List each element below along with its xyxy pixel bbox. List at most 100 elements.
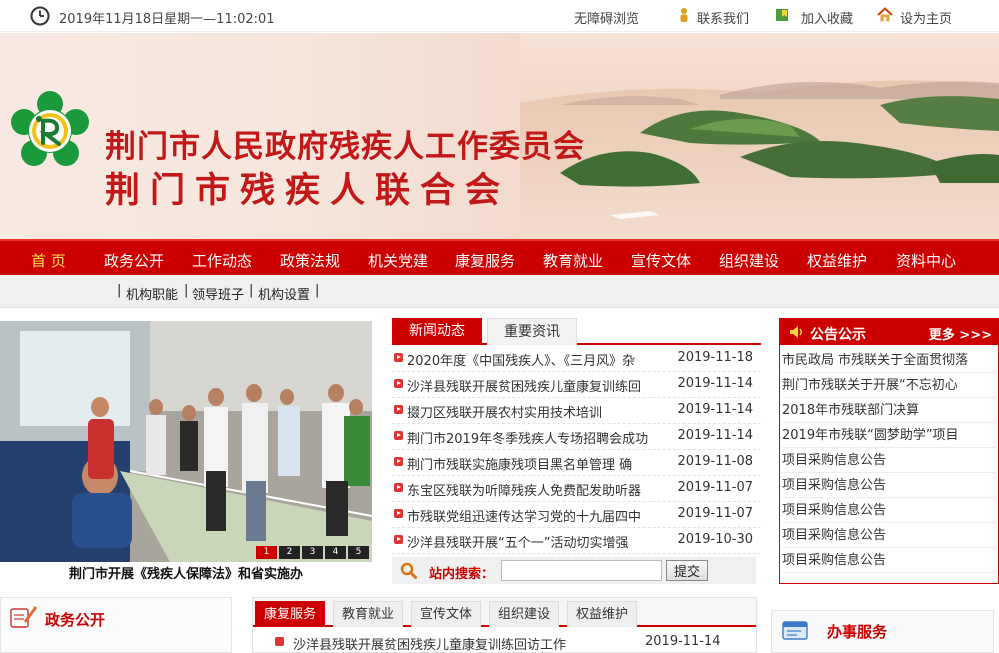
slide-page-button[interactable]: 5 (348, 546, 369, 559)
nav-home[interactable]: 首 页 (31, 250, 66, 271)
add-favorite-link[interactable]: 加入收藏 (801, 8, 853, 27)
news-title[interactable]: 沙洋县残联开展“五个一”活动切实增强 (407, 532, 662, 551)
news-title[interactable]: 沙洋县残联开展贫困残疾儿童康复训练回 (407, 376, 662, 395)
tab-culture-sports[interactable]: 宣传文体 (411, 601, 481, 627)
sub-navigation: | 机构职能 | 领导班子 | 机构设置 | (0, 275, 999, 308)
arrow-bullet-icon (394, 353, 403, 362)
nav-policy-regulations[interactable]: 政策法规 (280, 250, 340, 271)
nav-organization[interactable]: 组织建设 (719, 250, 779, 271)
notice-item[interactable]: 2018年市残联部门决算 (782, 398, 996, 423)
slide-page-button[interactable]: 1 (256, 546, 277, 559)
news-tabs: 新闻动态 重要资讯 (392, 318, 761, 345)
arrow-bullet-icon (394, 379, 403, 388)
tab-rights-protection[interactable]: 权益维护 (567, 601, 637, 627)
tab-organization[interactable]: 组织建设 (489, 601, 559, 627)
service-tab-bar: 康复服务 教育就业 宣传文体 组织建设 权益维护 (253, 598, 756, 627)
slide-page-button[interactable]: 2 (279, 546, 300, 559)
tab-important-info[interactable]: 重要资讯 (487, 318, 577, 345)
main-navigation: 首 页 政务公开 工作动态 政策法规 机关党建 康复服务 教育就业 宣传文体 组… (0, 239, 999, 275)
nav-resource-center[interactable]: 资料中心 (896, 250, 956, 271)
news-photo-slideshow[interactable]: 1 2 3 4 5 (0, 321, 372, 562)
slide-page-button[interactable]: 4 (325, 546, 346, 559)
set-homepage-link[interactable]: 设为主页 (900, 8, 952, 27)
news-list: 2020年度《中国残疾人》、《三月风》杂 2019-11-18 沙洋县残联开展贫困… (392, 346, 761, 554)
notice-item[interactable]: 项目采购信息公告 (782, 548, 996, 573)
news-item[interactable]: 掇刀区残联开展农村实用技术培训 2019-11-14 (392, 398, 761, 424)
arrow-bullet-icon (275, 637, 284, 646)
slideshow-pager: 1 2 3 4 5 (256, 546, 369, 559)
bookmark-icon (776, 9, 788, 21)
notice-item[interactable]: 项目采购信息公告 (782, 448, 996, 473)
notice-panel: 公告公示 更多 >>> 市民政局 市残联关于全面贯彻落 荆门市残联关于开展“不忘… (779, 318, 999, 584)
nav-work-news[interactable]: 工作动态 (192, 250, 252, 271)
news-date: 2019-11-14 (677, 376, 753, 391)
news-item[interactable]: 东宝区残联为听障残疾人免费配发助听器 2019-11-07 (392, 476, 761, 502)
nav-party-building[interactable]: 机关党建 (368, 250, 428, 271)
tab-education-employment[interactable]: 教育就业 (333, 601, 403, 627)
slide-page-button[interactable]: 3 (302, 546, 323, 559)
subnav-separator: | (315, 283, 320, 298)
news-title[interactable]: 市残联党组迅速传达学习党的十九届四中 (407, 506, 662, 525)
news-title[interactable]: 荆门市残联实施康残项目黑名单管理 确 (407, 454, 662, 473)
notice-more-link[interactable]: 更多 >>> (929, 324, 992, 343)
news-item[interactable]: 荆门市残联实施康残项目黑名单管理 确 2019-11-08 (392, 450, 761, 476)
list-item-date: 2019-11-14 (645, 634, 721, 649)
notice-item[interactable]: 项目采购信息公告 (782, 498, 996, 523)
subnav-structure[interactable]: 机构设置 (258, 284, 310, 303)
news-date: 2019-11-07 (677, 506, 753, 521)
arrow-bullet-icon (394, 509, 403, 518)
news-item[interactable]: 2020年度《中国残疾人》、《三月风》杂 2019-11-18 (392, 346, 761, 372)
section-title[interactable]: 办事服务 (827, 621, 887, 642)
news-date: 2019-10-30 (677, 532, 753, 547)
nav-rights-protection[interactable]: 权益维护 (807, 250, 867, 271)
accessible-browse-link[interactable]: 无障碍浏览 (574, 8, 639, 27)
nav-culture-sports[interactable]: 宣传文体 (631, 250, 691, 271)
photo-caption-link[interactable]: 荆门市开展《残疾人保障法》和省实施办 (0, 563, 372, 582)
news-date: 2019-11-07 (677, 480, 753, 495)
speaker-icon (790, 326, 802, 338)
news-title[interactable]: 掇刀区残联开展农村实用技术培训 (407, 402, 662, 421)
notice-header: 公告公示 更多 >>> (780, 319, 998, 345)
nav-rehabilitation[interactable]: 康复服务 (455, 250, 515, 271)
search-icon (400, 562, 417, 579)
news-item[interactable]: 荆门市2019年冬季残疾人专场招聘会成功 2019-11-14 (392, 424, 761, 450)
arrow-bullet-icon (394, 535, 403, 544)
home-icon (877, 7, 893, 22)
notice-item[interactable]: 2019年市残联“圆梦助学”项目 (782, 423, 996, 448)
subnav-separator: | (117, 283, 122, 298)
notice-item[interactable]: 项目采购信息公告 (782, 473, 996, 498)
news-date: 2019-11-14 (677, 428, 753, 443)
news-item[interactable]: 市残联党组迅速传达学习党的十九届四中 2019-11-07 (392, 502, 761, 528)
news-title[interactable]: 东宝区残联为听障残疾人免费配发助听器 (407, 480, 662, 499)
arrow-bullet-icon (394, 431, 403, 440)
header-banner: 荆门市人民政府残疾人工作委员会 荆门市残疾人联合会 (0, 33, 999, 239)
tab-news-updates[interactable]: 新闻动态 (392, 318, 482, 345)
nav-government-affairs[interactable]: 政务公开 (104, 250, 164, 271)
site-title-federation: 荆门市残疾人联合会 (105, 170, 511, 211)
news-date: 2019-11-14 (677, 402, 753, 417)
arrow-bullet-icon (394, 483, 403, 492)
news-item[interactable]: 沙洋县残联开展贫困残疾儿童康复训练回 2019-11-14 (392, 372, 761, 398)
contact-link[interactable]: 联系我们 (697, 8, 749, 27)
document-pen-icon (10, 606, 37, 628)
subnav-functions[interactable]: 机构职能 (126, 284, 178, 303)
notice-item[interactable]: 市民政局 市残联关于全面贯彻落 (782, 348, 996, 373)
arrow-bullet-icon (394, 405, 403, 414)
tab-rehabilitation[interactable]: 康复服务 (255, 601, 325, 627)
list-item-title[interactable]: 沙洋县残联开展贫困残疾儿童康复训练回访工作 (293, 634, 566, 653)
subnav-leadership[interactable]: 领导班子 (192, 284, 244, 303)
notice-item[interactable]: 荆门市残联关于开展“不忘初心 (782, 373, 996, 398)
search-submit-button[interactable]: 提交 (666, 560, 708, 581)
top-bar: 2019年11月18日星期一—11:02:01 无障碍浏览 联系我们 加入收藏 … (0, 0, 999, 32)
service-tabs-section: 康复服务 教育就业 宣传文体 组织建设 权益维护 沙洋县残联开展贫困残疾儿童康复… (252, 597, 757, 653)
government-affairs-section: 政务公开 (0, 597, 232, 653)
news-item[interactable]: 沙洋县残联开展“五个一”活动切实增强 2019-10-30 (392, 528, 761, 554)
notice-item[interactable]: 项目采购信息公告 (782, 523, 996, 548)
subnav-separator: | (249, 283, 254, 298)
news-title[interactable]: 荆门市2019年冬季残疾人专场招聘会成功 (407, 428, 662, 447)
disabled-federation-logo-icon (11, 91, 89, 166)
news-title[interactable]: 2020年度《中国残疾人》、《三月风》杂 (407, 350, 662, 369)
nav-education-employment[interactable]: 教育就业 (543, 250, 603, 271)
section-title[interactable]: 政务公开 (45, 609, 105, 630)
search-input[interactable] (501, 560, 662, 581)
